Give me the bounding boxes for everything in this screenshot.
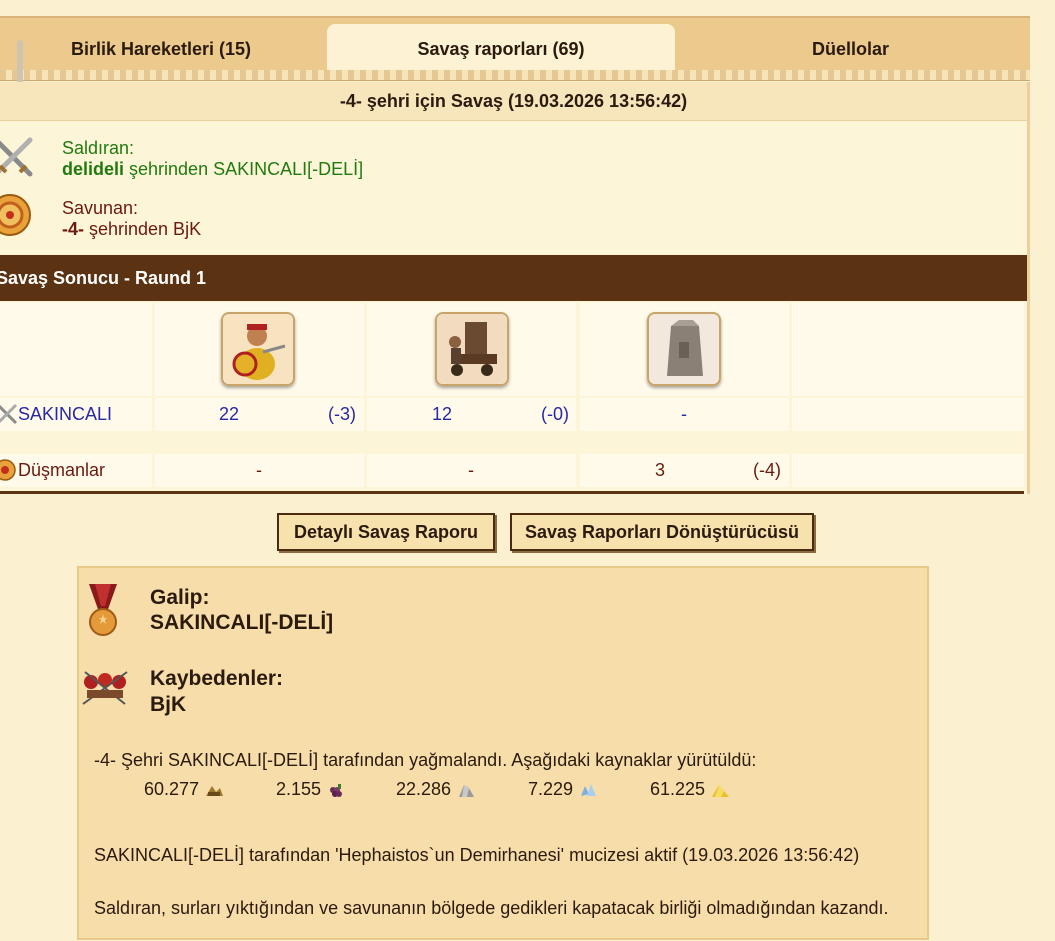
unit-count: 12 (432, 404, 453, 424)
tab-duels[interactable]: Düellolar (678, 24, 1023, 74)
swordsman-unit-icon[interactable] (221, 312, 295, 386)
attacker-player-name[interactable]: SAKINCALI (18, 404, 112, 425)
attacker-row-label: SAKINCALI (0, 398, 152, 431)
tab-troop-movements[interactable]: Birlik Hareketleri (15) (0, 24, 322, 74)
defender-city-link[interactable]: -4- (62, 219, 84, 239)
table-cell: - (367, 454, 576, 487)
wine-icon (330, 784, 343, 798)
defender-label: Savunan: (62, 198, 139, 218)
shield-icon (0, 194, 31, 236)
defender-line: -4- şehrinden BjK (62, 219, 201, 240)
loser-name: BjK (150, 693, 187, 716)
wood-icon (206, 786, 224, 797)
tab-combat-reports[interactable]: Savaş raporları (69) (327, 24, 675, 74)
losers-label: Kaybedenler: (150, 667, 284, 690)
resource-value: 60.277 (144, 779, 200, 799)
table-cell: 3 (-4) (580, 454, 789, 487)
attacker-line: delideli şehrinden SAKINCALI[-DELİ] (62, 159, 363, 180)
shield-icon (0, 459, 16, 481)
battering-ram-unit-icon[interactable] (435, 312, 509, 386)
table-cell: 12 (-0) (367, 398, 576, 431)
unit-loss: (-3) (328, 404, 356, 424)
resource-wine: 2.155 (276, 779, 346, 800)
attacker-city-link[interactable]: delideli (62, 159, 124, 179)
unit-count: - (681, 404, 687, 424)
resource-marble: 22.286 (396, 779, 476, 800)
unit-count: 3 (655, 460, 666, 480)
defender-row-label: Düşmanlar (0, 454, 152, 487)
round-header: Savaş Sonucu - Raund 1 (0, 255, 1027, 301)
resource-wood: 60.277 (144, 779, 224, 800)
crystal-icon (581, 784, 597, 797)
resource-crystal: 7.229 (528, 779, 598, 800)
town-wall-icon[interactable] (647, 312, 721, 386)
attacker-label: Saldıran: (62, 138, 135, 158)
miracle-text: SAKINCALI[-DELİ] tarafından 'Hephaistos`… (94, 845, 860, 865)
marble-icon (459, 785, 475, 798)
battle-result-box: Galip: SAKINCALI[-DELİ] Kaybedenler: BjK… (77, 566, 929, 940)
defender-detail: şehrinden BjK (84, 219, 202, 239)
table-bottom-border (0, 491, 1024, 494)
sulfur-icon (712, 785, 730, 798)
fallen-soldiers-icon (82, 671, 128, 705)
table-header-spare (792, 303, 1024, 396)
unit-table: SAKINCALI 22 (-3) 12 (-0) - Düşmanlar - … (0, 301, 1024, 494)
crossed-swords-icon (0, 137, 33, 177)
medal-icon (89, 584, 117, 636)
detailed-report-button[interactable]: Detaylı Savaş Raporu (277, 513, 495, 551)
tab-bar: Birlik Hareketleri (15) Savaş raporları … (0, 16, 1030, 74)
defender-player-name: Düşmanlar (18, 460, 106, 480)
table-cell: - (155, 454, 364, 487)
table-cell (792, 398, 1024, 431)
crossed-swords-icon (0, 403, 18, 425)
unit-count: - (468, 460, 474, 480)
unit-count: - (256, 460, 262, 480)
resource-value: 2.155 (276, 779, 322, 799)
table-cell: - (580, 398, 789, 431)
plunder-text: -4- Şehri SAKINCALI[-DELİ] tarafından ya… (94, 750, 757, 770)
report-converter-button[interactable]: Savaş Raporları Dönüştürücüsü (510, 513, 814, 551)
unit-header-ram (367, 303, 576, 396)
unit-count: 22 (219, 404, 240, 424)
resource-value: 7.229 (528, 779, 574, 799)
resource-value: 22.286 (396, 779, 452, 799)
winner-name: SAKINCALI[-DELİ] (150, 611, 334, 634)
tab-divider (0, 70, 1030, 81)
battle-title: -4- şehri için Savaş (19.03.2026 13:56:4… (0, 82, 1027, 121)
resource-sulfur: 61.225 (650, 779, 730, 800)
table-cell (792, 454, 1024, 487)
victory-reason-text: Saldıran, surları yıktığından ve savunan… (94, 898, 889, 918)
table-cell: 22 (-3) (155, 398, 364, 431)
attacker-detail: şehrinden SAKINCALI[-DELİ] (124, 159, 364, 179)
resource-value: 61.225 (650, 779, 706, 799)
table-header-empty (0, 303, 152, 396)
unit-header-swordsman (155, 303, 364, 396)
unit-header-wall (580, 303, 789, 396)
unit-loss: (-0) (541, 404, 569, 424)
unit-loss: (-4) (753, 460, 781, 480)
winner-label: Galip: (150, 586, 210, 609)
